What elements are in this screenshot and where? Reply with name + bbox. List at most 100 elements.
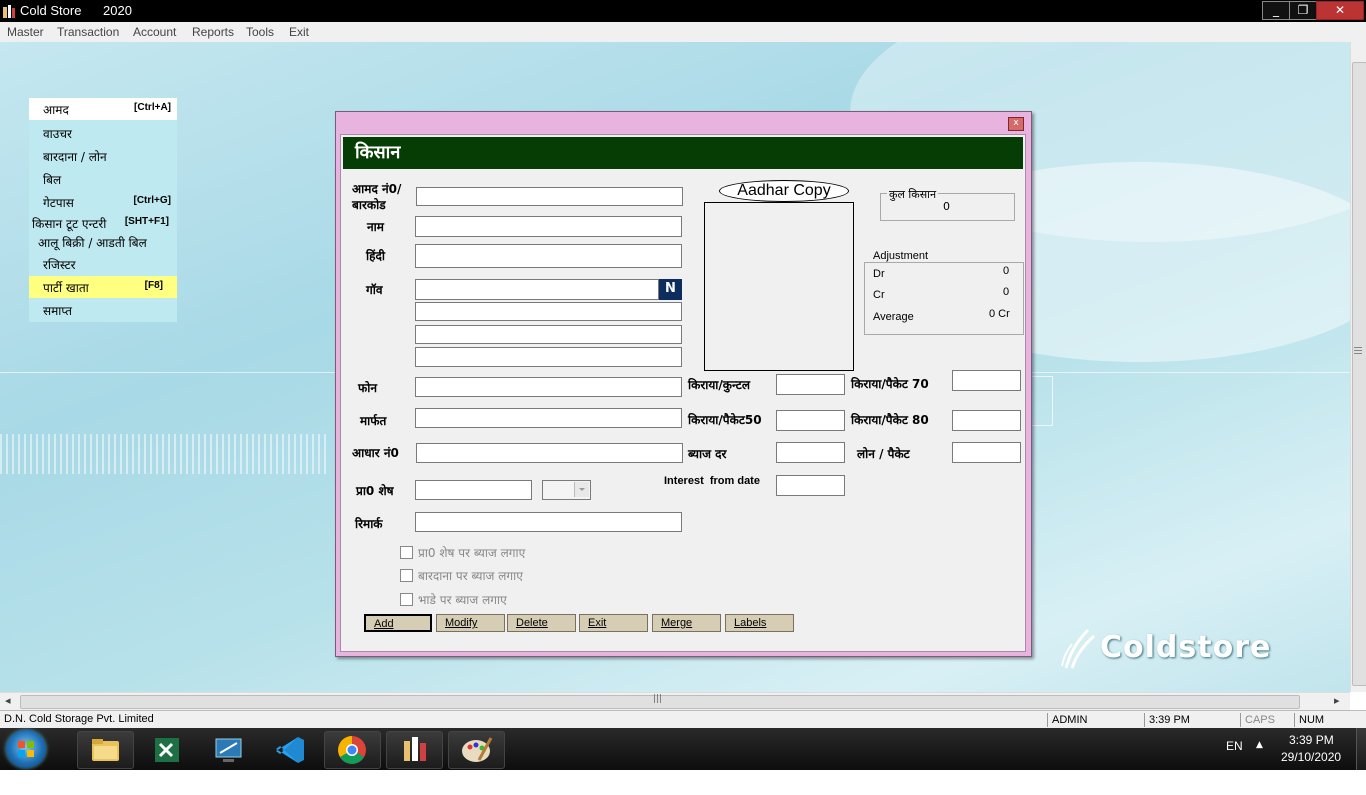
taskbar: EN ▲ 3:39 PM 29/10/2020: [0, 728, 1366, 770]
app-taskbar-button[interactable]: [200, 731, 257, 769]
status-bar: D.N. Cold Storage Pvt. Limited ADMIN 3:3…: [0, 710, 1366, 729]
add-button[interactable]: Add: [364, 614, 432, 632]
vertical-scroll-grip-icon: [1354, 347, 1362, 355]
amad-no-input[interactable]: [416, 187, 683, 206]
close-window-button[interactable]: ✕: [1316, 1, 1364, 20]
aadhar-image-box[interactable]: [704, 202, 854, 371]
name-input[interactable]: [415, 216, 682, 237]
dialog-title: किसान: [355, 142, 401, 163]
total-farmers-title: कुल किसान: [887, 187, 939, 202]
paint-taskbar-button[interactable]: [448, 731, 505, 769]
menu-reports[interactable]: Reports: [192, 25, 234, 39]
name-label: नाम: [367, 220, 384, 234]
vertical-scroll-thumb[interactable]: [1352, 62, 1366, 686]
excel-taskbar-button[interactable]: [138, 731, 195, 769]
rent-packet50-label: किराया/पैकेट50: [688, 413, 762, 427]
menu-transaction[interactable]: Transaction: [57, 25, 119, 39]
status-company: D.N. Cold Storage Pvt. Limited: [4, 713, 154, 725]
explorer-taskbar-button[interactable]: [77, 731, 134, 769]
rent-packet80-label: किराया/पैकेट 80: [851, 413, 929, 427]
tray-time[interactable]: 3:39 PM: [1289, 733, 1334, 747]
prev-balance-input[interactable]: [415, 480, 532, 500]
village-label: गॉव: [366, 283, 383, 297]
vscode-taskbar-button[interactable]: [263, 731, 320, 769]
cr-value: 0: [1003, 286, 1010, 298]
restore-button[interactable]: ❐: [1289, 1, 1317, 20]
background-dots: [0, 434, 330, 474]
interest-on-prev-balance-checkbox[interactable]: [400, 546, 413, 559]
status-caps: CAPS: [1240, 713, 1295, 727]
wheat-logo-icon: [1061, 628, 1095, 669]
village-input[interactable]: [415, 279, 659, 300]
horizontal-scrollbar[interactable]: ◂ ||| ▸: [0, 692, 1350, 710]
loan-packet-label: लोन / पैकेट: [857, 447, 910, 461]
left-menu-item-register[interactable]: रजिस्टर: [29, 253, 177, 275]
left-menu-item-voucher[interactable]: वाउचर: [29, 122, 177, 144]
chevron-down-icon[interactable]: [574, 482, 589, 497]
address-line-2-input[interactable]: [415, 302, 682, 321]
modify-button[interactable]: Modify: [436, 614, 505, 632]
vscode-icon: [276, 737, 304, 763]
remark-input[interactable]: [415, 512, 682, 532]
rent-packet80-input[interactable]: [952, 410, 1021, 431]
menu-account[interactable]: Account: [133, 25, 176, 39]
tray-expand-icon[interactable]: ▲: [1256, 740, 1263, 750]
balance-type-select[interactable]: [542, 480, 591, 500]
windows-logo-icon: [18, 741, 34, 757]
total-farmers-value: 0: [943, 200, 950, 213]
left-menu-item-bardana-loan[interactable]: बारदाना / लोन: [29, 145, 177, 167]
phone-input[interactable]: [415, 377, 682, 397]
rent-packet50-input[interactable]: [776, 410, 845, 431]
interest-on-bardana-checkbox[interactable]: [400, 569, 413, 582]
language-indicator[interactable]: EN: [1226, 739, 1243, 753]
labels-button[interactable]: Labels: [725, 614, 794, 632]
marfat-input[interactable]: [415, 408, 682, 428]
coldstore-taskbar-button[interactable]: [386, 731, 443, 769]
left-menu-item-gatepass[interactable]: गेटपास [Ctrl+G]: [29, 191, 177, 213]
menu-exit[interactable]: Exit: [289, 25, 309, 39]
interest-rate-label: ब्याज दर: [688, 447, 727, 461]
rent-packet70-input[interactable]: [952, 370, 1021, 391]
left-menu-item-exit[interactable]: समाप्त: [29, 299, 177, 321]
exit-button[interactable]: Exit: [579, 614, 648, 632]
address-line-3-input[interactable]: [415, 325, 682, 344]
remark-label: रिमार्क: [355, 517, 383, 531]
left-menu: आमद [Ctrl+A] वाउचर बारदाना / लोन बिल गेटप…: [29, 98, 177, 322]
chrome-taskbar-button[interactable]: [324, 731, 381, 769]
address-line-4-input[interactable]: [415, 347, 682, 367]
left-menu-item-amad[interactable]: आमद [Ctrl+A]: [29, 98, 177, 120]
dialog-close-button[interactable]: x: [1008, 117, 1024, 131]
left-menu-item-party-khata[interactable]: पार्टी खाता [F8]: [29, 276, 177, 298]
vertical-scrollbar[interactable]: [1350, 42, 1366, 692]
status-user: ADMIN: [1047, 713, 1146, 727]
left-menu-item-aloo-bikri[interactable]: आलू बिक्री / आडती बिल: [29, 231, 177, 253]
show-desktop-button[interactable]: [1356, 728, 1366, 770]
new-village-button[interactable]: N: [659, 279, 682, 300]
loan-packet-input[interactable]: [952, 442, 1021, 463]
menu-tools[interactable]: Tools: [246, 25, 274, 39]
prev-balance-label: प्रा0 शेष: [356, 484, 394, 498]
minimize-button[interactable]: _: [1262, 1, 1290, 20]
left-menu-item-bill[interactable]: बिल: [29, 168, 177, 190]
aadhar-no-input[interactable]: [416, 443, 683, 463]
interest-from-date-input[interactable]: [776, 475, 845, 496]
menu-master[interactable]: Master: [7, 25, 44, 39]
delete-button[interactable]: Delete: [507, 614, 576, 632]
aadhar-copy-label: Aadhar Copy: [719, 180, 849, 202]
bottom-strip: [0, 770, 1366, 795]
hindi-name-input[interactable]: [415, 244, 682, 268]
dr-label: Dr: [873, 268, 885, 280]
title-bar: Cold Store 2020 _ ❐ ✕: [0, 0, 1366, 22]
rent-quintal-input[interactable]: [776, 374, 845, 395]
start-button[interactable]: [6, 730, 46, 768]
tray-date[interactable]: 29/10/2020: [1281, 750, 1341, 764]
interest-on-rent-checkbox[interactable]: [400, 593, 413, 606]
merge-button[interactable]: Merge: [652, 614, 721, 632]
folder-icon: [92, 739, 119, 761]
status-time: 3:39 PM: [1144, 713, 1241, 727]
status-num: NUM: [1294, 713, 1359, 727]
scroll-left-arrow-icon[interactable]: ◂: [5, 694, 11, 707]
interest-rate-input[interactable]: [776, 442, 845, 463]
scroll-right-arrow-icon[interactable]: ▸: [1334, 694, 1340, 707]
interest-from-date-label: Interest from date: [664, 475, 760, 487]
